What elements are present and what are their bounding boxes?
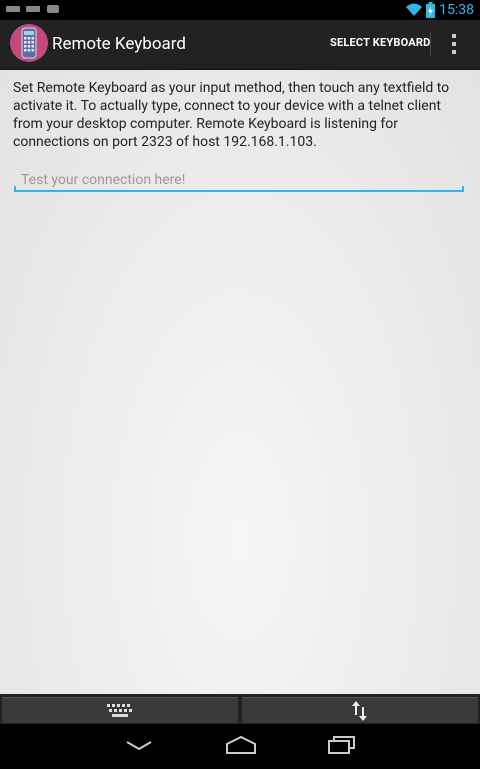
bottom-button-bar (0, 694, 480, 724)
battery-charging-icon (426, 2, 436, 18)
up-down-arrows-icon (352, 701, 367, 721)
recent-apps-icon[interactable] (328, 736, 356, 754)
status-bar: 15:38 (0, 0, 480, 20)
overflow-menu-icon[interactable] (446, 32, 462, 56)
back-icon[interactable] (126, 740, 152, 752)
notification-icon (26, 6, 40, 12)
app-icon[interactable] (10, 24, 48, 62)
test-connection-input[interactable]: Test your connection here! (14, 170, 464, 192)
app-title: Remote Keyboard (52, 34, 186, 54)
transfer-button[interactable] (242, 697, 478, 723)
wifi-icon (406, 3, 423, 16)
remote-keyboard-logo-icon (21, 27, 37, 59)
status-bar-system: 15:38 (406, 2, 474, 18)
action-bar-divider (430, 32, 431, 56)
instructions-text: Set Remote Keyboard as your input method… (13, 80, 450, 150)
main-content: Set Remote Keyboard as your input method… (0, 70, 480, 694)
home-icon[interactable] (226, 736, 256, 754)
select-keyboard-button[interactable]: SELECT KEYBOARD (330, 36, 430, 49)
clock: 15:38 (439, 2, 474, 18)
keyboard-icon (107, 704, 132, 717)
keyboard-button[interactable] (2, 697, 238, 723)
action-bar: Remote Keyboard SELECT KEYBOARD (0, 20, 480, 70)
navigation-bar (0, 724, 480, 769)
notification-icon (6, 6, 20, 12)
status-bar-notifications (6, 4, 60, 14)
notification-icon (47, 5, 59, 13)
